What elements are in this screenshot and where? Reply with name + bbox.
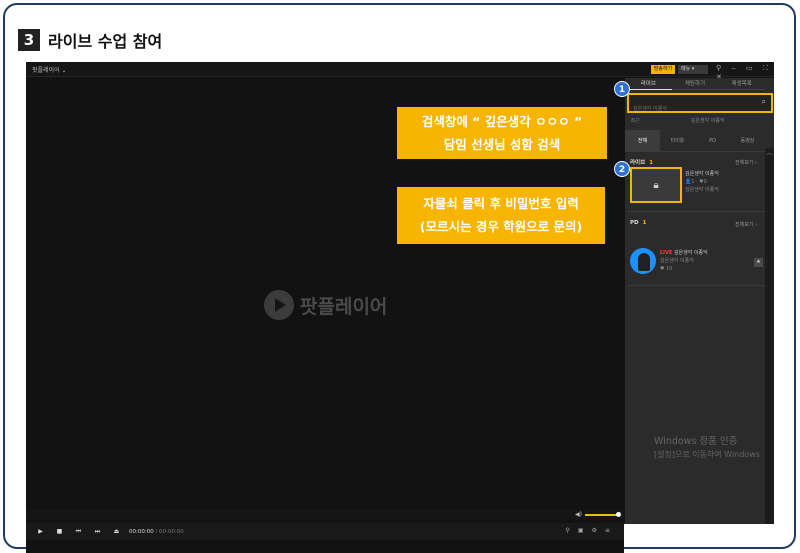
divider xyxy=(627,285,765,286)
filter-title[interactable]: 타이틀 xyxy=(660,130,695,151)
pd-item-fans: ♥ 10 xyxy=(660,266,673,272)
pd-see-all-link[interactable]: 전체보기 › xyxy=(735,221,757,228)
live-item-title: 깊은생각 이종익 xyxy=(685,171,719,177)
star-icon[interactable]: ★ xyxy=(754,258,763,267)
search-instruction-callout: 검색창에 “ 깊은생각 ㅇㅇㅇ ” 담임 선생님 성함 검색 xyxy=(397,107,607,159)
next-icon[interactable]: ⏭ xyxy=(93,528,102,536)
step-number: 3 xyxy=(18,29,40,51)
search-box: ⌕ xyxy=(627,93,773,116)
pd-section-label: PD xyxy=(630,220,639,226)
watermark-line: Windows 정품 인증 xyxy=(654,436,738,447)
live-see-all-link[interactable]: 전체보기 › xyxy=(735,159,757,166)
pd-list-item[interactable]: LIVE 깊은생각 이종익 깊은생각 이종익 ♥ 10 ★ xyxy=(630,248,765,278)
search-input[interactable] xyxy=(633,102,753,116)
potplayer-logo: 팟플레이어 xyxy=(264,290,387,320)
app-name-menu[interactable]: 팟플레이어 ⌄ xyxy=(32,65,67,74)
windows-activation-watermark: Windows 정품 인증 [설정]으로 이동하여 Windows xyxy=(654,435,760,461)
volume-icon[interactable]: ◀) xyxy=(575,511,582,518)
filter-tabs: 전체 타이틀 PD 동영상 xyxy=(625,130,765,152)
logo-text: 팟플레이어 xyxy=(300,295,388,318)
volume-knob[interactable] xyxy=(616,512,621,517)
live-tag: LIVE xyxy=(660,250,673,256)
live-section-count: 1 xyxy=(649,160,654,166)
scroll-up-icon[interactable]: ︿ xyxy=(765,148,774,157)
search-suggestion[interactable]: 최근 깊은생각 이종익 xyxy=(630,117,725,124)
lock-icon[interactable]: 🔒︎ xyxy=(653,180,658,191)
avatar xyxy=(630,248,656,274)
live-item-info[interactable]: 깊은생각 이종익 👤1 · ♥0 깊은생각 이종익 xyxy=(685,170,719,194)
menu-button[interactable]: 메뉴 ▾ xyxy=(678,65,708,74)
suggest-value: 깊은생각 이종익 xyxy=(690,118,725,124)
pd-item-channel: 깊은생각 이종익 xyxy=(660,258,694,264)
filter-video[interactable]: 동영상 xyxy=(730,130,765,151)
search-icon[interactable]: ⌕ xyxy=(762,97,766,107)
panel-scrollbar[interactable]: ︿ xyxy=(765,148,774,524)
lock-instruction-callout: 자물쇠 클릭 후 비밀번호 입력 (모르시는 경우 학원으로 문의) xyxy=(397,187,605,244)
callout-line: (모르시는 경우 학원으로 문의) xyxy=(419,219,583,234)
time-display: 00:00:00 / 00:00:00 xyxy=(129,529,184,535)
eject-icon[interactable]: ⏏ xyxy=(112,528,121,535)
play-logo-icon xyxy=(264,290,294,320)
tab-live[interactable]: 라이브 xyxy=(625,78,672,90)
playback-controls: ▶ ■ ⏮ ⏭ ⏏ 00:00:00 / 00:00:00 ⚲▣⚙≡ xyxy=(26,523,624,540)
live-item-channel: 깊은생각 이종익 xyxy=(685,187,719,193)
callout-line: 담임 선생님 성함 검색 xyxy=(443,137,561,152)
pd-item-title: 깊은생각 이종익 xyxy=(673,250,708,256)
step-badge: 2 xyxy=(614,161,630,177)
live-item-stats: 👤1 · ♥0 xyxy=(685,179,707,185)
watermark-line: [설정]으로 이동하여 Windows xyxy=(654,450,760,459)
seek-bar[interactable]: ◀) xyxy=(26,510,624,520)
filter-pd[interactable]: PD xyxy=(695,130,730,151)
title-bar: 팟플레이어 ⌄ 방송하기 메뉴 ▾ ⚲ ‒ ▭ ⛶ ✕ xyxy=(26,62,774,81)
time-duration: / 00:00:00 xyxy=(155,528,184,535)
divider xyxy=(627,211,765,212)
live-thumbnail-locked[interactable]: 🔒︎ xyxy=(630,167,682,203)
stop-icon[interactable]: ■ xyxy=(55,528,64,535)
filter-all[interactable]: 전체 xyxy=(625,130,660,151)
previous-icon[interactable]: ⏮ xyxy=(74,528,83,536)
step-badge: 1 xyxy=(614,81,630,97)
pd-section-title: PD 1 xyxy=(630,220,646,226)
suggest-label: 최근 xyxy=(630,118,640,124)
live-section-title: 라이브 1 xyxy=(630,158,653,166)
tab-playlist[interactable]: 재생목록 xyxy=(718,78,766,90)
play-icon[interactable]: ▶ xyxy=(36,528,45,535)
broadcast-button[interactable]: 방송하기 xyxy=(651,65,675,74)
callout-line: 자물쇠 클릭 후 비밀번호 입력 xyxy=(423,196,579,211)
pd-section-count: 1 xyxy=(642,220,647,226)
time-current: 00:00:00 xyxy=(129,528,154,535)
volume-slider[interactable] xyxy=(585,514,617,516)
video-area[interactable]: 팟플레이어 검색창에 “ 깊은생각 ㅇㅇㅇ ” 담임 선생님 성함 검색 자물쇠… xyxy=(26,78,624,553)
tab-chat[interactable]: 채팅하기 xyxy=(671,78,719,90)
panel-tabs: 라이브 채팅하기 재생목록 xyxy=(625,78,766,90)
live-section-label: 라이브 xyxy=(630,160,646,166)
step-heading: 3 라이브 수업 참여 xyxy=(18,28,162,52)
pd-item-info: LIVE 깊은생각 이종익 깊은생각 이종익 ♥ 10 xyxy=(660,249,708,273)
callout-line: 검색창에 “ 깊은생각 ㅇㅇㅇ ” xyxy=(421,114,583,129)
player-tool-icons[interactable]: ⚲▣⚙≡ xyxy=(566,527,618,534)
step-title: 라이브 수업 참여 xyxy=(48,32,163,51)
